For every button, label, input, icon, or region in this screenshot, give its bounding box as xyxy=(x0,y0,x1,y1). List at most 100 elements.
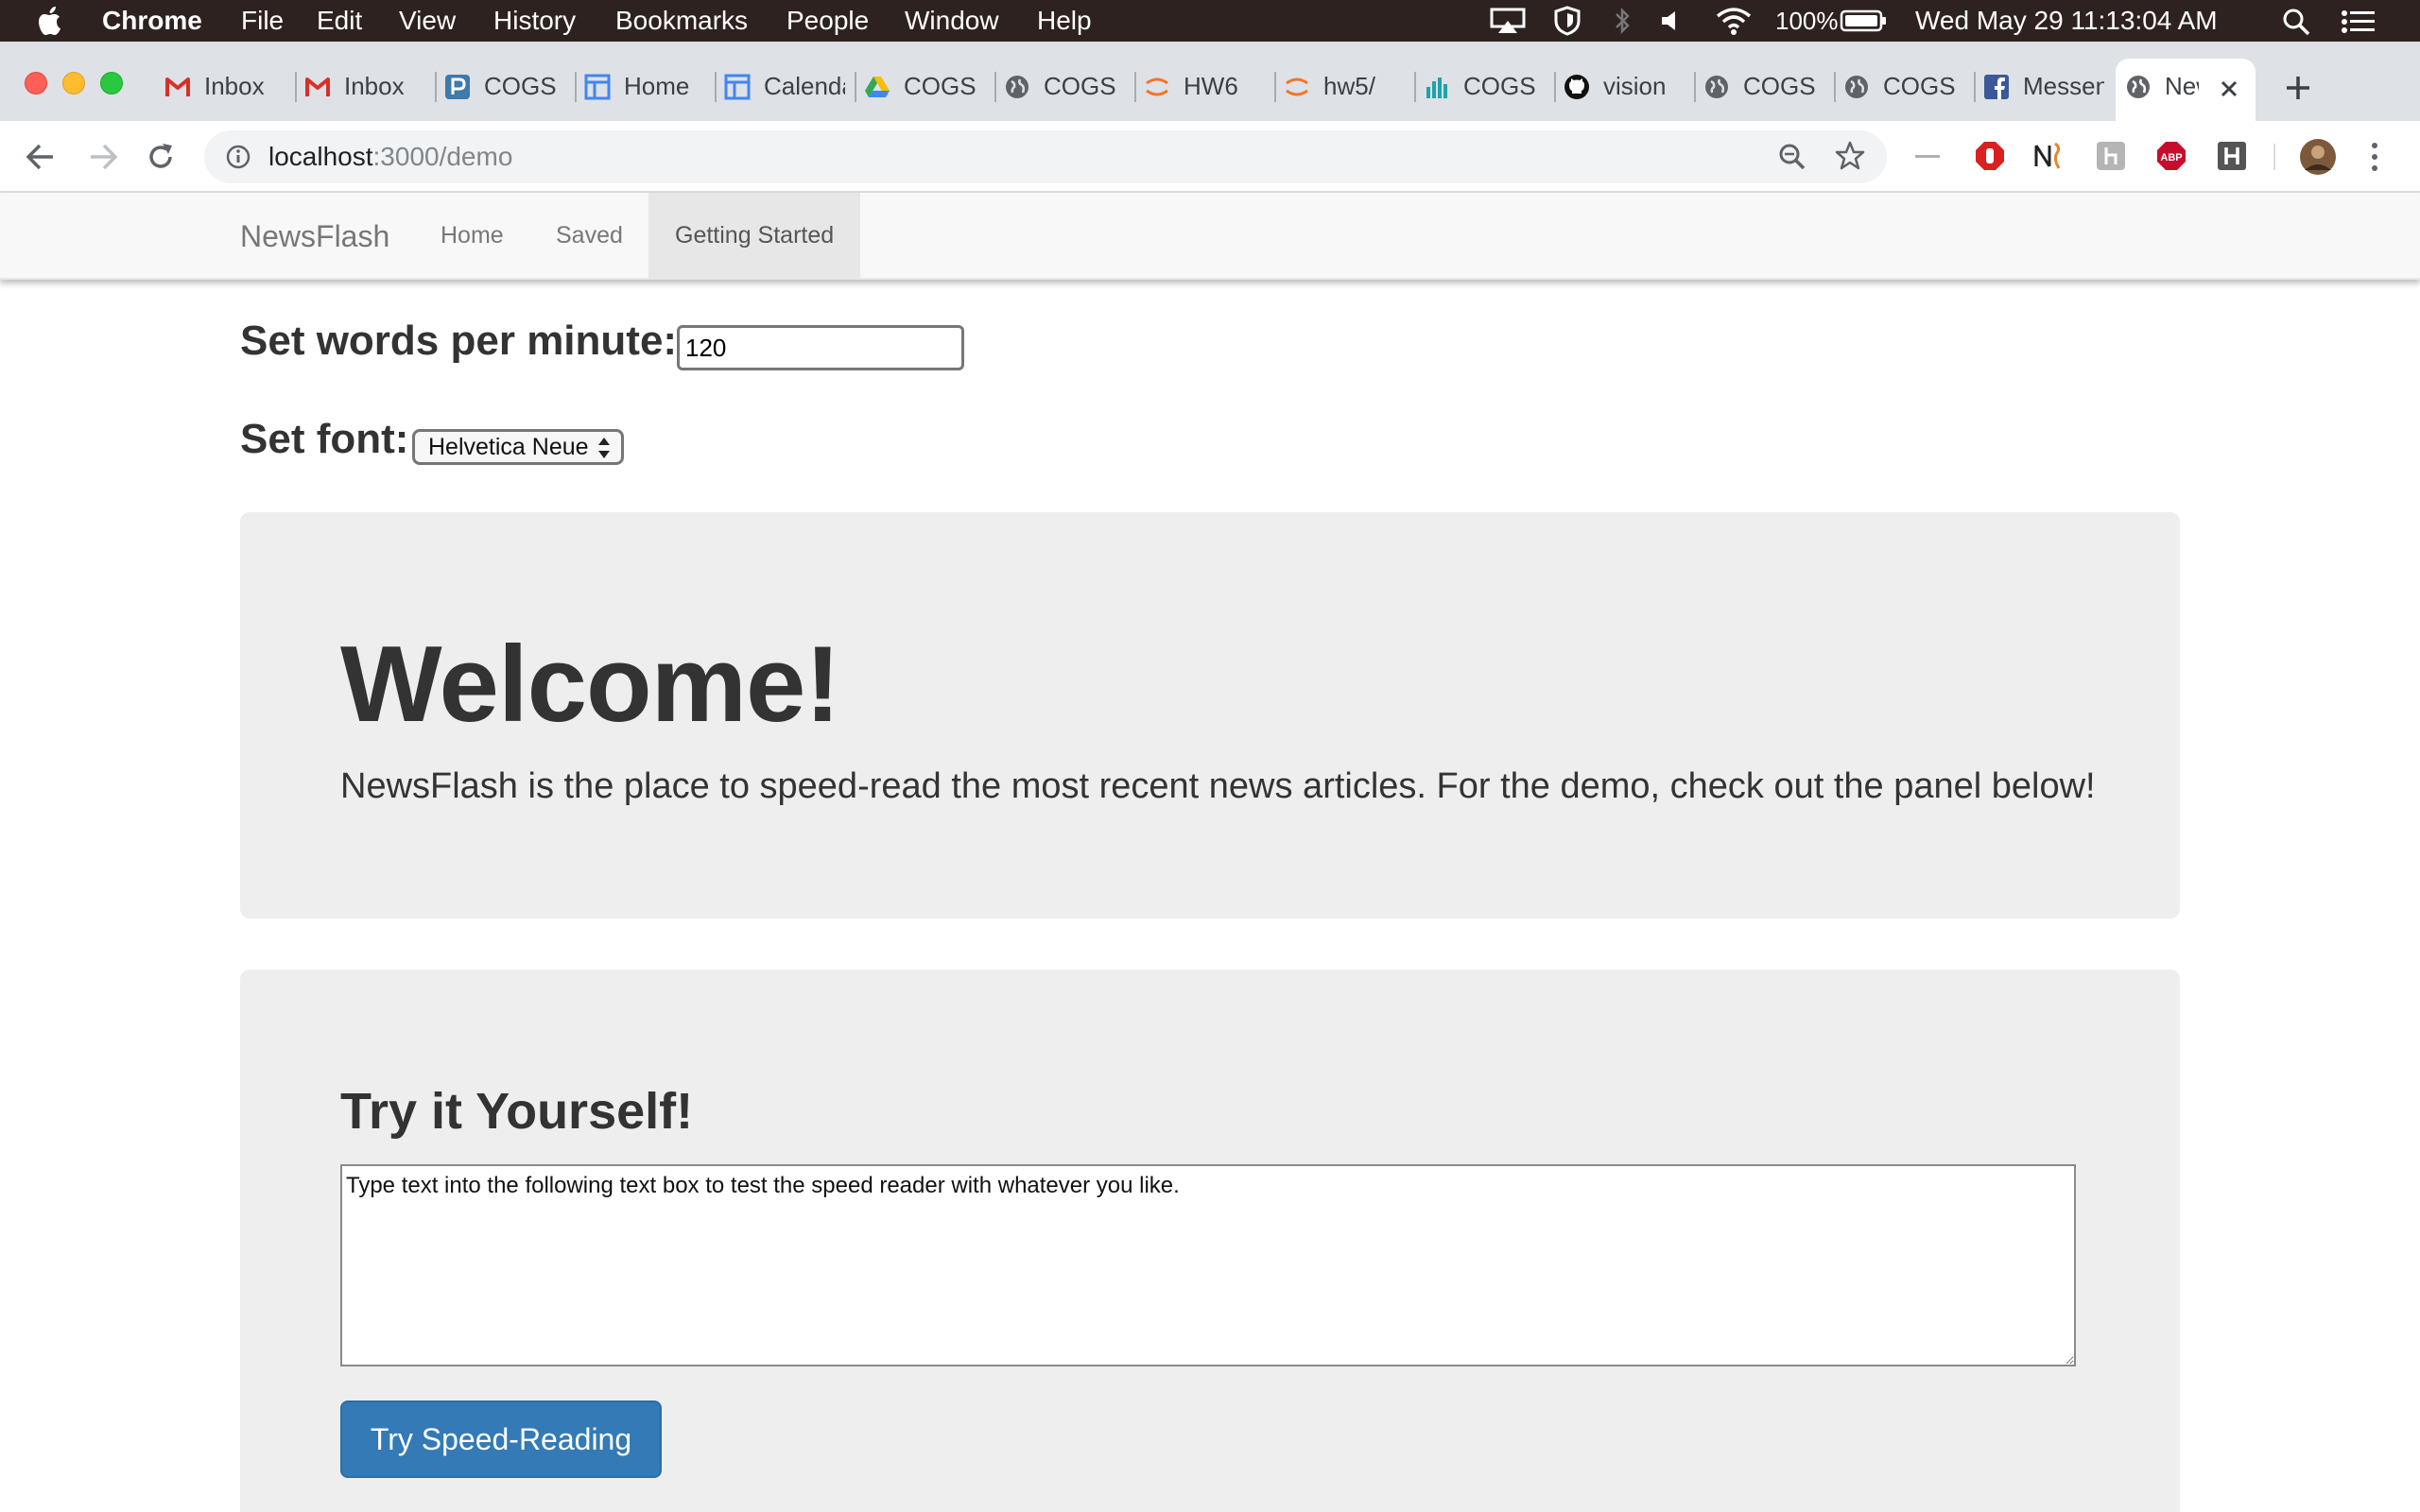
extension-text-icon[interactable] xyxy=(1913,147,1942,166)
menu-bookmarks[interactable]: Bookmarks xyxy=(615,0,748,42)
svg-text:ABP: ABP xyxy=(2160,152,2182,163)
try-it-jumbotron: Try it Yourself! Type text into the foll… xyxy=(240,970,2180,1512)
clock[interactable]: Wed May 29 11:13:04 AM xyxy=(1915,0,2218,42)
chrome-menu-icon[interactable] xyxy=(2365,140,2384,174)
tab-cogs-site-2[interactable]: COGS xyxy=(1694,60,1836,112)
tab-calendar[interactable]: Calendar xyxy=(715,60,856,112)
tab-label: hw5/ xyxy=(1323,72,1375,100)
github-icon xyxy=(1564,75,1589,99)
menu-edit[interactable]: Edit xyxy=(317,0,362,42)
address-bar[interactable]: localhost:3000/demo xyxy=(204,130,1887,183)
back-arrow-icon[interactable] xyxy=(25,142,57,172)
welcome-description: NewsFlash is the place to speed-read the… xyxy=(340,766,2096,806)
tab-label: Inbox xyxy=(204,72,265,100)
shield-icon[interactable] xyxy=(1554,6,1581,36)
tab-jupyter-hw5[interactable]: hw5/ xyxy=(1274,60,1416,112)
url-text[interactable]: localhost:3000/demo xyxy=(268,140,512,174)
welcome-heading: Welcome! xyxy=(340,625,840,745)
minimize-window-button[interactable] xyxy=(62,72,85,94)
tab-label: Inbox xyxy=(344,72,405,100)
honey-h-extension-icon[interactable] xyxy=(2216,140,2248,172)
tab-jupyter-hw6[interactable]: HW6 xyxy=(1134,60,1276,112)
jupyter-icon xyxy=(1146,77,1168,96)
reload-icon[interactable] xyxy=(146,142,176,172)
tab-label: COGS xyxy=(904,72,977,100)
speed-read-textarea[interactable]: Type text into the following text box to… xyxy=(340,1164,2076,1366)
font-select-value: Helvetica Neue xyxy=(428,434,589,460)
site-navbar: NewsFlash Home Saved Getting Started xyxy=(0,193,2420,280)
tab-label: Calendar xyxy=(764,72,845,100)
globe-icon xyxy=(1705,76,1728,98)
menu-view[interactable]: View xyxy=(399,0,456,42)
try-it-heading: Try it Yourself! xyxy=(340,1083,694,1140)
new-tab-icon[interactable] xyxy=(2284,74,2312,102)
close-tab-icon[interactable] xyxy=(2218,77,2240,100)
tab-gmail-inbox-1[interactable]: Inbox xyxy=(155,60,297,112)
globe-icon xyxy=(1845,76,1868,98)
tab-label: COGS xyxy=(1883,72,1956,100)
nyt-extension-icon[interactable] xyxy=(2032,140,2066,172)
nav-link-home[interactable]: Home xyxy=(414,193,530,278)
gmail-icon xyxy=(165,77,190,96)
adblock-plus-icon[interactable]: ABP xyxy=(2155,140,2187,172)
profile-avatar[interactable] xyxy=(2299,138,2337,176)
tab-home[interactable]: Home xyxy=(575,60,717,112)
notification-center-icon[interactable] xyxy=(2341,9,2377,34)
url-host: localhost xyxy=(268,142,373,171)
wpm-input[interactable] xyxy=(677,325,964,370)
brand-logo[interactable]: NewsFlash xyxy=(240,217,389,255)
tab-newsflash-active[interactable]: NewsFlash xyxy=(2116,59,2256,121)
font-label: Set font: xyxy=(240,416,409,462)
piazza-icon xyxy=(445,75,470,99)
menu-people[interactable]: People xyxy=(786,0,869,42)
tab-piazza-cogs[interactable]: COGS xyxy=(435,60,577,112)
battery-percent: 100% xyxy=(1775,7,1839,35)
nav-link-getting-started[interactable]: Getting Started xyxy=(648,193,861,278)
tab-strip: Inbox Inbox COGS Home Calendar COGS COGS… xyxy=(0,42,2420,121)
menu-window[interactable]: Window xyxy=(905,0,999,42)
url-path: :3000/demo xyxy=(372,142,513,171)
tab-cogs-chart[interactable]: COGS xyxy=(1414,60,1556,112)
tab-cogs-site-1[interactable]: COGS xyxy=(994,60,1136,112)
font-select[interactable]: Helvetica Neue xyxy=(412,429,624,465)
tab-label: COGS xyxy=(1044,72,1116,100)
tab-label: NewsFlash xyxy=(2165,72,2199,100)
tab-label: HW6 xyxy=(1184,72,1238,100)
bluetooth-icon[interactable] xyxy=(1613,6,1632,36)
tab-messenger[interactable]: Messenger xyxy=(1974,60,2114,112)
stop-hand-extension-icon[interactable] xyxy=(1974,140,2006,172)
wpm-label: Set words per minute: xyxy=(240,318,678,364)
menu-file[interactable]: File xyxy=(241,0,284,42)
airplay-icon[interactable] xyxy=(1490,8,1526,34)
macos-menu-bar: Chrome File Edit View History Bookmarks … xyxy=(0,0,2420,42)
menu-app-chrome[interactable]: Chrome xyxy=(102,0,202,42)
try-speed-reading-button[interactable]: Try Speed-Reading xyxy=(340,1400,662,1478)
forward-arrow-icon[interactable] xyxy=(87,142,119,172)
bar-chart-icon xyxy=(1426,77,1447,98)
calendar-icon xyxy=(584,74,611,100)
spotlight-search-icon[interactable] xyxy=(2282,8,2312,36)
volume-icon[interactable] xyxy=(1660,9,1683,32)
zoom-window-button[interactable] xyxy=(100,72,123,94)
globe-icon xyxy=(1006,76,1028,98)
google-drive-icon xyxy=(865,77,890,97)
menu-history[interactable]: History xyxy=(493,0,576,42)
bookmark-star-icon[interactable] xyxy=(1834,140,1866,172)
tab-gmail-inbox-2[interactable]: Inbox xyxy=(295,60,437,112)
tab-cogs-site-3[interactable]: COGS xyxy=(1834,60,1976,112)
zoom-icon[interactable] xyxy=(1777,142,1807,172)
battery-icon[interactable] xyxy=(1840,9,1887,32)
grey-extension-icon[interactable] xyxy=(2095,140,2127,172)
menu-help[interactable]: Help xyxy=(1037,0,1092,42)
wifi-icon[interactable] xyxy=(1715,6,1753,36)
calendar-icon xyxy=(724,74,751,100)
gmail-icon xyxy=(305,77,330,96)
globe-icon xyxy=(2127,76,2150,98)
tab-github-vision[interactable]: vision xyxy=(1554,60,1696,112)
tab-label: Home xyxy=(624,72,690,100)
nav-link-saved[interactable]: Saved xyxy=(529,193,649,278)
apple-logo-icon[interactable] xyxy=(38,6,64,36)
close-window-button[interactable] xyxy=(25,72,47,94)
info-icon[interactable] xyxy=(225,144,251,170)
tab-drive-cogs[interactable]: COGS xyxy=(855,60,996,112)
